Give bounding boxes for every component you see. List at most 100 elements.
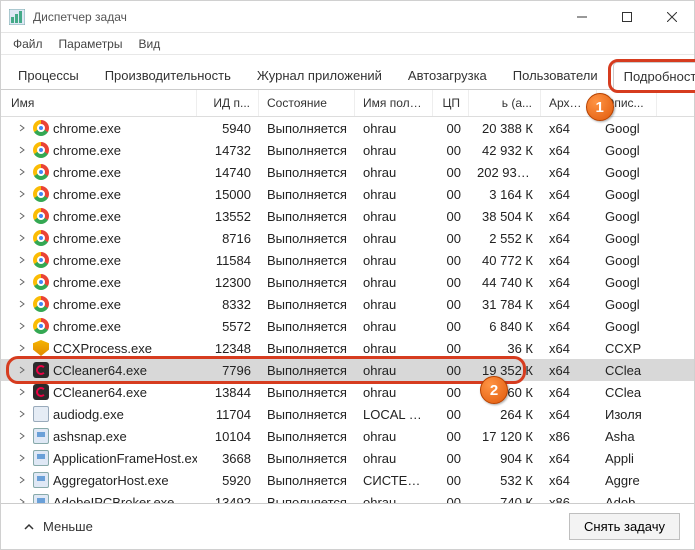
cell-cpu: 00 (433, 187, 469, 202)
cell-user: ohrau (355, 451, 433, 466)
cell-state: Выполняется (259, 209, 355, 224)
cell-mem: 20 388 К (469, 121, 541, 136)
tab-performance[interactable]: Производительность (94, 61, 242, 89)
cell-state: Выполняется (259, 429, 355, 444)
fewer-details-button[interactable]: Меньше (15, 519, 93, 534)
cell-desc: Googl (597, 209, 657, 224)
cell-state: Выполняется (259, 363, 355, 378)
cell-pid: 7796 (197, 363, 259, 378)
cell-pid: 8332 (197, 297, 259, 312)
cell-mem: 31 784 К (469, 297, 541, 312)
process-name: chrome.exe (53, 231, 121, 246)
process-icon (33, 230, 49, 246)
cell-desc: CClea (597, 363, 657, 378)
cell-pid: 15000 (197, 187, 259, 202)
col-cpu[interactable]: ЦП (433, 90, 469, 116)
expand-icon (17, 343, 27, 353)
expand-icon (17, 123, 27, 133)
table-row[interactable]: chrome.exe15000Выполняетсяohrau003 164 К… (1, 183, 694, 205)
process-name: chrome.exe (53, 209, 121, 224)
cell-state: Выполняется (259, 231, 355, 246)
process-name: audiodg.exe (53, 407, 124, 422)
process-name: ApplicationFrameHost.exe (53, 451, 197, 466)
cell-desc: Googl (597, 253, 657, 268)
col-desc[interactable]: Опис... (597, 90, 657, 116)
cell-cpu: 00 (433, 473, 469, 488)
expand-icon (17, 167, 27, 177)
table-row[interactable]: chrome.exe12300Выполняетсяohrau0044 740 … (1, 271, 694, 293)
table-row[interactable]: audiodg.exe11704ВыполняетсяLOCAL SE...00… (1, 403, 694, 425)
cell-state: Выполняется (259, 385, 355, 400)
process-name: CCleaner64.exe (53, 363, 147, 378)
table-row[interactable]: CCleaner64.exe13844Выполняетсяohrau0060 … (1, 381, 694, 403)
expand-icon (17, 409, 27, 419)
process-icon (33, 450, 49, 466)
table-row[interactable]: CCXProcess.exe12348Выполняетсяohrau0036 … (1, 337, 694, 359)
cell-state: Выполняется (259, 165, 355, 180)
cell-cpu: 00 (433, 429, 469, 444)
table-body: chrome.exe5940Выполняетсяohrau0020 388 К… (1, 117, 694, 513)
table-row[interactable]: chrome.exe8332Выполняетсяohrau0031 784 К… (1, 293, 694, 315)
tab-app-history[interactable]: Журнал приложений (246, 61, 393, 89)
cell-desc: Googl (597, 187, 657, 202)
process-name: chrome.exe (53, 143, 121, 158)
col-pid[interactable]: ИД п... (197, 90, 259, 116)
end-task-button[interactable]: Снять задачу (569, 513, 680, 540)
expand-icon (17, 321, 27, 331)
expand-icon (17, 299, 27, 309)
process-name: CCXProcess.exe (53, 341, 152, 356)
cell-state: Выполняется (259, 473, 355, 488)
cell-desc: Googl (597, 165, 657, 180)
table-row[interactable]: chrome.exe13552Выполняетсяohrau0038 504 … (1, 205, 694, 227)
cell-desc: Appli (597, 451, 657, 466)
close-button[interactable] (649, 1, 694, 33)
table-row[interactable]: chrome.exe14740Выполняетсяohrau00202 932… (1, 161, 694, 183)
tab-startup[interactable]: Автозагрузка (397, 61, 498, 89)
cell-cpu: 00 (433, 363, 469, 378)
cell-user: LOCAL SE... (355, 407, 433, 422)
col-user[interactable]: Имя польз... (355, 90, 433, 116)
process-icon (33, 186, 49, 202)
menu-view[interactable]: Вид (130, 35, 168, 53)
cell-mem: 19 352 К (469, 363, 541, 378)
cell-pid: 14740 (197, 165, 259, 180)
tab-users[interactable]: Пользователи (502, 61, 609, 89)
table-row[interactable]: chrome.exe14732Выполняетсяohrau0042 932 … (1, 139, 694, 161)
cell-arch: x64 (541, 275, 597, 290)
cell-state: Выполняется (259, 297, 355, 312)
maximize-button[interactable] (604, 1, 649, 33)
menu-file[interactable]: Файл (5, 35, 51, 53)
table-row[interactable]: chrome.exe11584Выполняетсяohrau0040 772 … (1, 249, 694, 271)
table-row[interactable]: AggregatorHost.exe5920ВыполняетсяСИСТЕМА… (1, 469, 694, 491)
process-icon (33, 120, 49, 136)
process-name: chrome.exe (53, 187, 121, 202)
col-name[interactable]: Имя (1, 90, 197, 116)
process-icon (33, 142, 49, 158)
table-row[interactable]: chrome.exe8716Выполняетсяohrau002 552 Кx… (1, 227, 694, 249)
cell-arch: x64 (541, 341, 597, 356)
table-row[interactable]: chrome.exe5940Выполняетсяohrau0020 388 К… (1, 117, 694, 139)
cell-arch: x64 (541, 451, 597, 466)
table-row[interactable]: ApplicationFrameHost.exe3668Выполняетсяo… (1, 447, 694, 469)
expand-icon (17, 277, 27, 287)
minimize-button[interactable] (559, 1, 604, 33)
col-arch[interactable]: Архите... (541, 90, 597, 116)
cell-mem: 42 932 К (469, 143, 541, 158)
expand-icon (17, 453, 27, 463)
table-row[interactable]: CCleaner64.exe7796Выполняетсяohrau0019 3… (1, 359, 694, 381)
col-state[interactable]: Состояние (259, 90, 355, 116)
menu-options[interactable]: Параметры (51, 35, 131, 53)
cell-mem: 264 К (469, 407, 541, 422)
footer: Меньше Снять задачу (1, 503, 694, 549)
col-mem[interactable]: ь (а... (469, 90, 541, 116)
cell-mem: 2 552 К (469, 231, 541, 246)
cell-arch: x64 (541, 319, 597, 334)
tab-processes[interactable]: Процессы (7, 61, 90, 89)
cell-arch: x86 (541, 429, 597, 444)
table-row[interactable]: chrome.exe5572Выполняетсяohrau006 840 Кx… (1, 315, 694, 337)
table-row[interactable]: ashsnap.exe10104Выполняетсяohrau0017 120… (1, 425, 694, 447)
cell-state: Выполняется (259, 319, 355, 334)
cell-desc: Googl (597, 297, 657, 312)
cell-mem: 202 932 К (469, 165, 541, 180)
tab-details[interactable]: Подробности (613, 62, 695, 90)
